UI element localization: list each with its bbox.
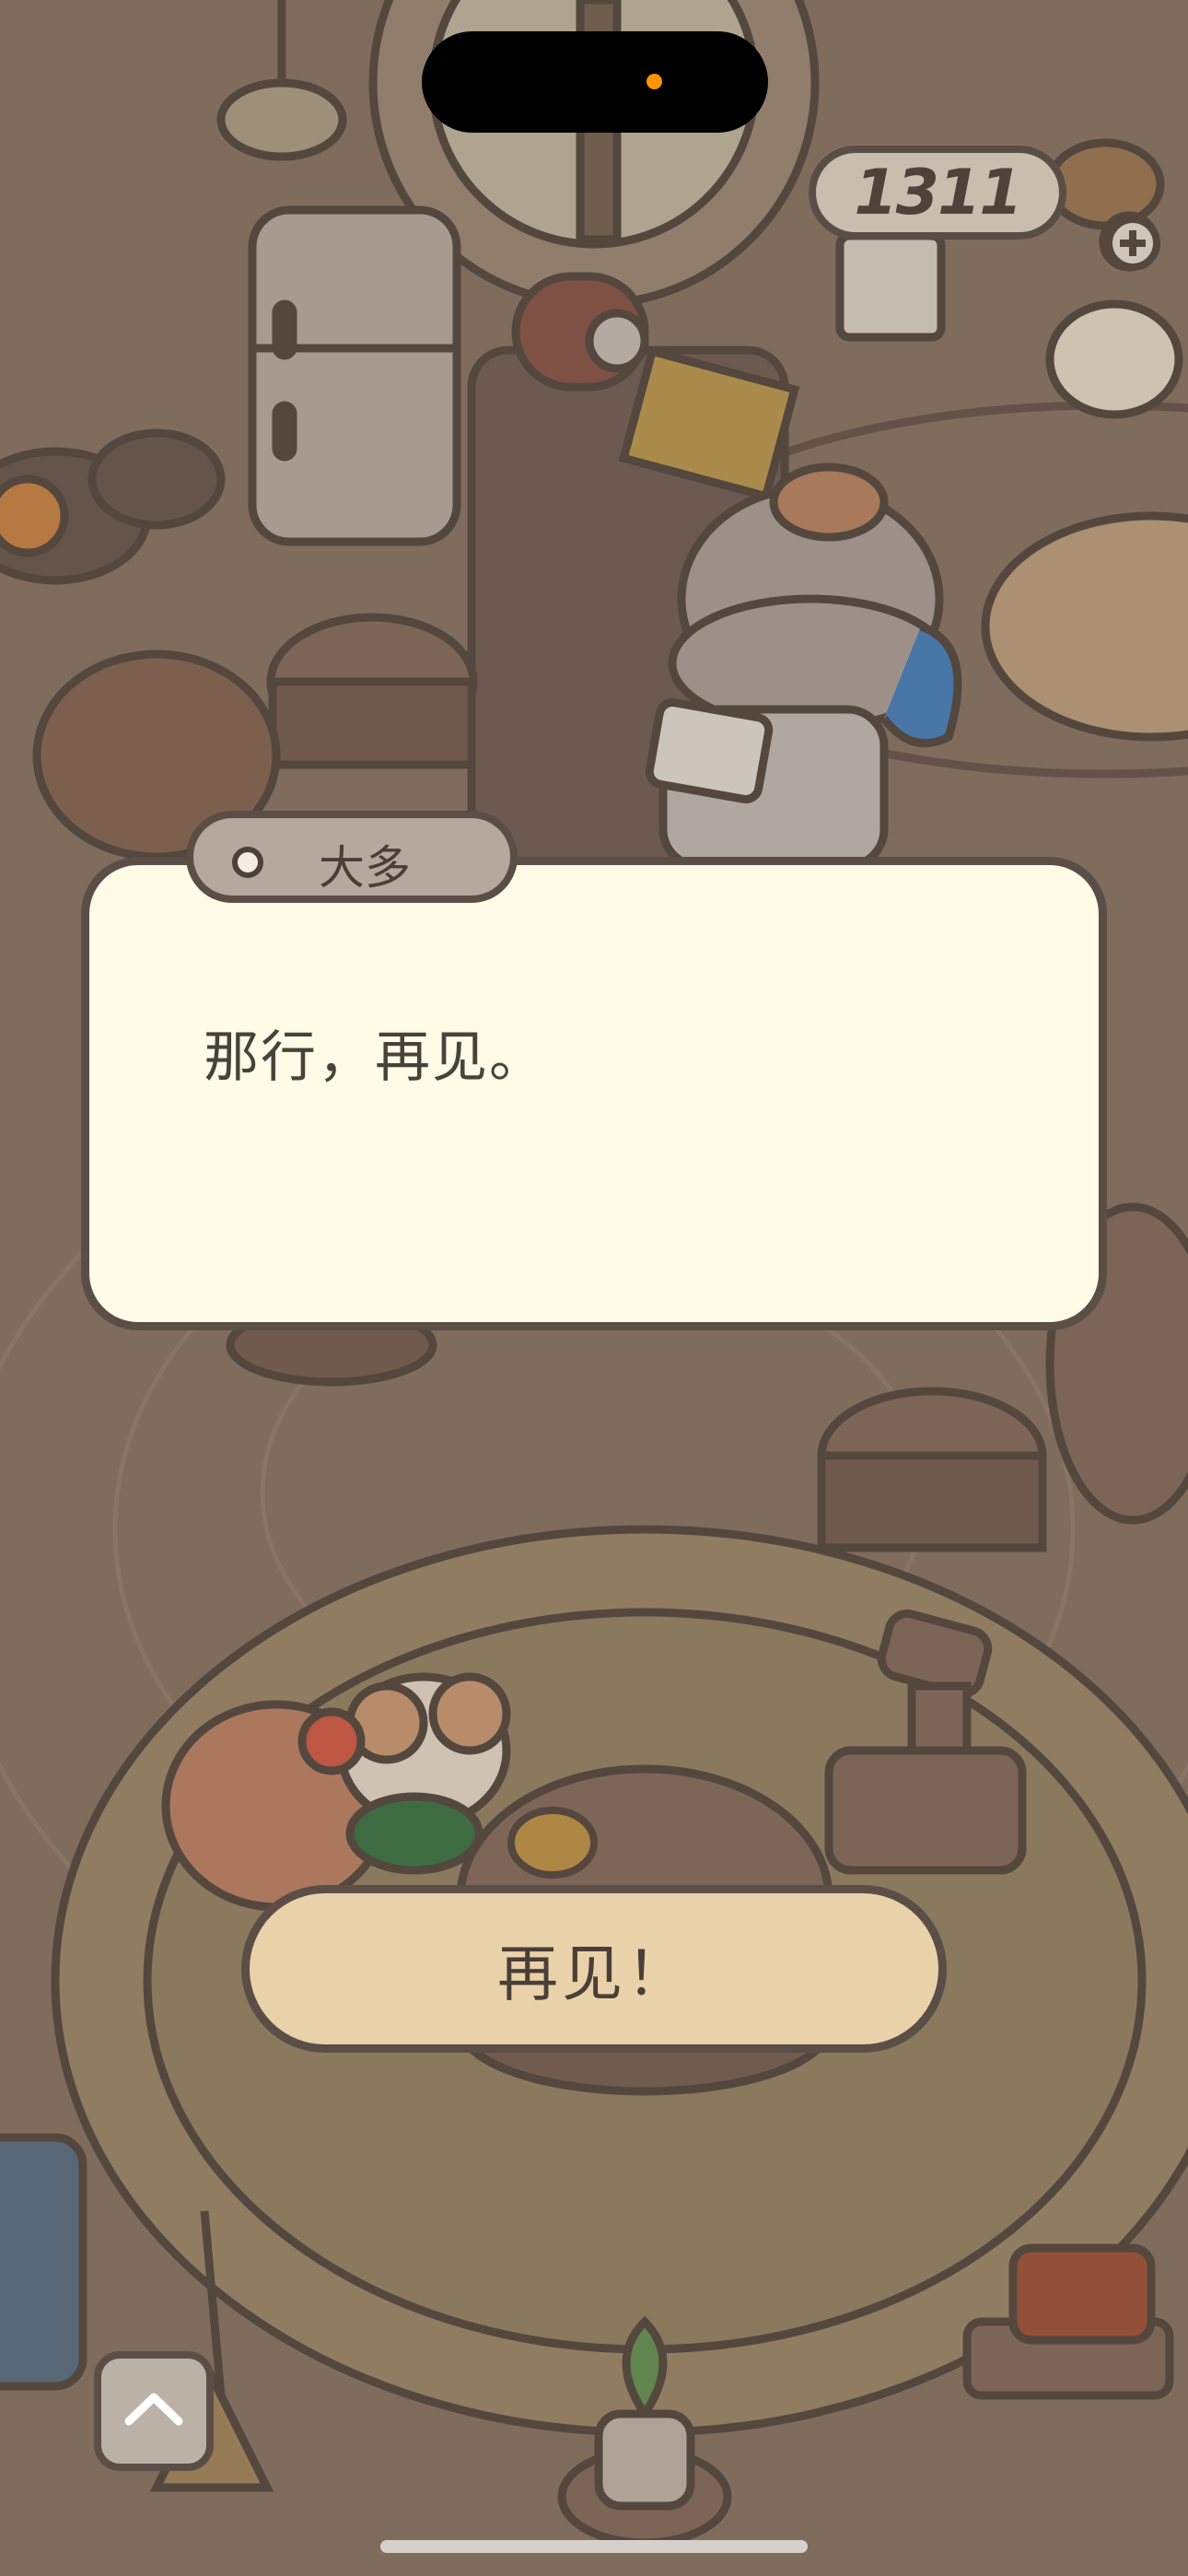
dialog-box[interactable]: 那行，再见。 bbox=[81, 857, 1107, 1330]
speaker-name-tag: 大多 bbox=[186, 811, 518, 903]
reply-button-label: 再见！ bbox=[497, 1938, 691, 2009]
currency-counter[interactable]: 1311 bbox=[809, 146, 1066, 240]
reply-button[interactable]: 再见！ bbox=[241, 1885, 947, 2053]
chevron-up-icon bbox=[124, 2393, 183, 2426]
privacy-indicator-dot bbox=[646, 74, 662, 89]
speaker-name: 大多 bbox=[319, 841, 411, 895]
currency-value: 1311 bbox=[854, 156, 1022, 229]
expand-up-button[interactable] bbox=[94, 2351, 214, 2471]
dynamic-island bbox=[422, 31, 768, 133]
home-indicator[interactable] bbox=[380, 2540, 808, 2553]
dialog-message: 那行，再见。 bbox=[204, 1025, 546, 1090]
add-currency-button[interactable] bbox=[1103, 214, 1162, 273]
speaker-dot-icon bbox=[232, 847, 263, 878]
